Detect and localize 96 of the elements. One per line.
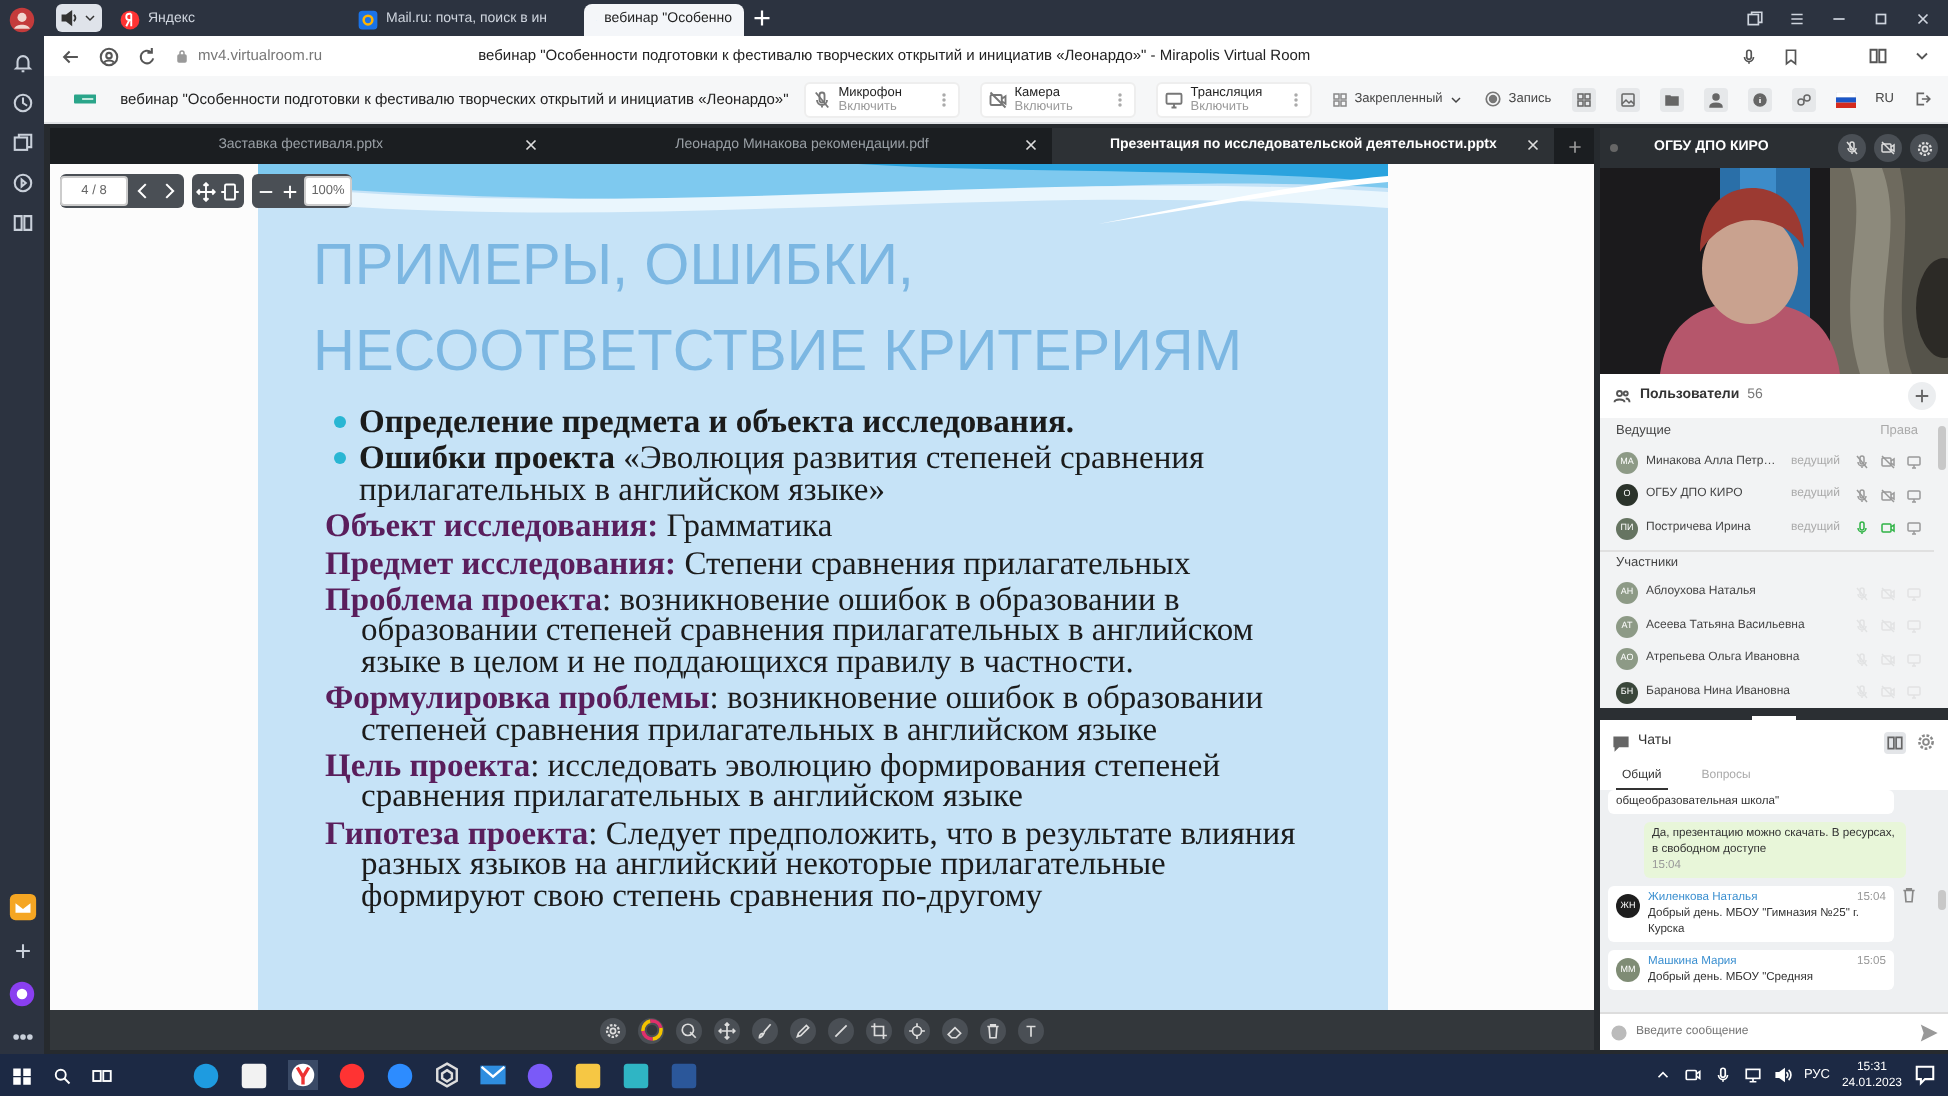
- zoom-in-icon: [280, 181, 300, 201]
- send-icon[interactable]: [1920, 1023, 1938, 1041]
- bookmark-icon[interactable]: [1782, 47, 1800, 65]
- settings-icon[interactable]: [1916, 731, 1936, 751]
- camera-off-icon: [988, 89, 1009, 109]
- record-icon: [1484, 90, 1503, 108]
- microphone-off-icon[interactable]: [1854, 454, 1870, 471]
- move-button[interactable]: [196, 181, 216, 201]
- profile-icon[interactable]: [98, 45, 120, 67]
- microphone-off-icon: [1844, 140, 1860, 156]
- reader-mode-icon[interactable]: [1868, 46, 1888, 66]
- plus-icon[interactable]: [11, 940, 33, 962]
- pencil-icon[interactable]: [794, 1021, 812, 1039]
- crop-icon[interactable]: [870, 1021, 888, 1039]
- info-icon[interactable]: [1751, 91, 1768, 107]
- link-icon[interactable]: [1795, 91, 1812, 107]
- trash-icon[interactable]: [984, 1021, 1002, 1039]
- bullet-icon: [333, 416, 345, 428]
- fit-icon: [220, 181, 240, 201]
- caret-icon: [82, 10, 98, 26]
- start-icon[interactable]: [12, 1065, 32, 1085]
- sound-button[interactable]: [56, 4, 102, 32]
- line-icon[interactable]: [832, 1021, 850, 1039]
- back-icon[interactable]: [60, 45, 82, 67]
- play-icon[interactable]: [11, 172, 33, 194]
- grid-icon[interactable]: [1575, 91, 1592, 107]
- color-icon[interactable]: [639, 1018, 663, 1042]
- close-icon[interactable]: [1914, 9, 1932, 27]
- close-icon[interactable]: [1022, 136, 1041, 154]
- speaker-icon: [60, 8, 80, 28]
- flag-icon: [1835, 91, 1856, 107]
- task-view-icon[interactable]: [92, 1065, 112, 1085]
- screen-icon: [1164, 89, 1185, 109]
- text-tool-icon[interactable]: [1022, 1021, 1040, 1039]
- brush-icon[interactable]: [756, 1021, 774, 1039]
- person-icon[interactable]: [1707, 91, 1724, 107]
- mail-icon: [358, 10, 378, 30]
- move-icon: [196, 181, 216, 201]
- new-tab-icon[interactable]: [750, 6, 774, 30]
- caret-icon: [1448, 91, 1465, 107]
- reload-icon[interactable]: [136, 45, 158, 67]
- bullet-icon: [333, 452, 345, 465]
- mute-button[interactable]: [1838, 134, 1866, 162]
- close-icon[interactable]: [521, 136, 540, 154]
- search-icon[interactable]: [52, 1065, 72, 1085]
- close-icon[interactable]: [1524, 136, 1543, 154]
- hexagon-icon[interactable]: [434, 1062, 460, 1088]
- notification-icon[interactable]: [11, 52, 33, 74]
- reader-icon[interactable]: [11, 212, 33, 234]
- volume-icon[interactable]: [1773, 1066, 1792, 1084]
- menu-icon[interactable]: [1788, 9, 1806, 27]
- settings-button[interactable]: [1910, 134, 1938, 162]
- tabs-icon[interactable]: [11, 132, 33, 154]
- target-icon[interactable]: [908, 1021, 926, 1039]
- microphone-icon[interactable]: [1713, 1066, 1732, 1084]
- slide-text: Ошибки проекта «Эволюция развития степеней сравнения прилагательных в английском языке»: [359, 442, 1207, 505]
- slide-text: Предмет исследования: Степени сравнения прилагательных: [325, 547, 1193, 579]
- logo-icon: [74, 90, 97, 108]
- camera-off-icon[interactable]: [1880, 487, 1896, 504]
- users-icon: [1612, 386, 1632, 406]
- delete-icon[interactable]: [1900, 886, 1918, 904]
- zoom-in-button[interactable]: [280, 181, 300, 201]
- notifications-icon[interactable]: [1914, 1064, 1936, 1086]
- camera-button[interactable]: [1874, 134, 1902, 162]
- slide-text: Определение предмета и объекта исследования.: [359, 406, 1074, 437]
- microphone-off-icon: [812, 89, 833, 109]
- slide-text: Формулировка проблемы: возникновение ошибок в образовании степеней сравнения прилагательных в английском языке: [325, 682, 1266, 745]
- slide-title: ПРИМЕРЫ, ОШИБКИ, НЕСООТВЕТСТВИЕ КРИТЕРИЯМ: [313, 232, 1245, 388]
- collections-icon[interactable]: [1746, 9, 1764, 27]
- mail-icon[interactable]: [7, 892, 37, 922]
- assistant-icon[interactable]: [8, 980, 36, 1008]
- chat-icon: [1612, 733, 1630, 751]
- clock-icon[interactable]: [11, 92, 33, 114]
- slide-text: Гипотеза проекта: Следует предположить, что в результате влияния разных языков на английский некоторые прилагательные формируют свою степень сравнения по-другому: [325, 817, 1298, 911]
- app-icon[interactable]: [526, 1061, 554, 1089]
- app-icon[interactable]: [622, 1061, 650, 1089]
- slide-text: Цель проекта: исследовать эволюцию формирования степеней сравнения прилагательных в английском языке: [325, 750, 1223, 812]
- slide-text: Проблема проекта: возникновение ошибок в образовании в образовании степеней сравнения прилагательных в английском языке в целом и не поддающихся правилу в частности.: [325, 584, 1256, 677]
- camera-off-icon[interactable]: [1880, 454, 1896, 471]
- avatar-icon[interactable]: [8, 6, 36, 34]
- microphone-off-icon[interactable]: [1854, 487, 1870, 504]
- settings-icon: [1915, 139, 1933, 157]
- image-icon[interactable]: [1619, 91, 1636, 107]
- camera-icon[interactable]: [1683, 1066, 1702, 1084]
- move-icon[interactable]: [718, 1021, 736, 1039]
- lock-icon: [174, 48, 190, 64]
- camera-off-icon: [1880, 140, 1896, 156]
- eraser-icon[interactable]: [946, 1021, 964, 1039]
- fit-button[interactable]: [220, 181, 240, 201]
- slide-text: Объект исследования: Грамматика: [325, 510, 835, 542]
- maximize-icon[interactable]: [1872, 9, 1890, 27]
- add-tab-icon[interactable]: [1565, 137, 1584, 155]
- mail-icon[interactable]: [480, 1062, 506, 1088]
- exit-icon[interactable]: [1914, 90, 1932, 108]
- add-user-icon[interactable]: [1912, 386, 1932, 406]
- microphone-icon[interactable]: [1740, 47, 1758, 65]
